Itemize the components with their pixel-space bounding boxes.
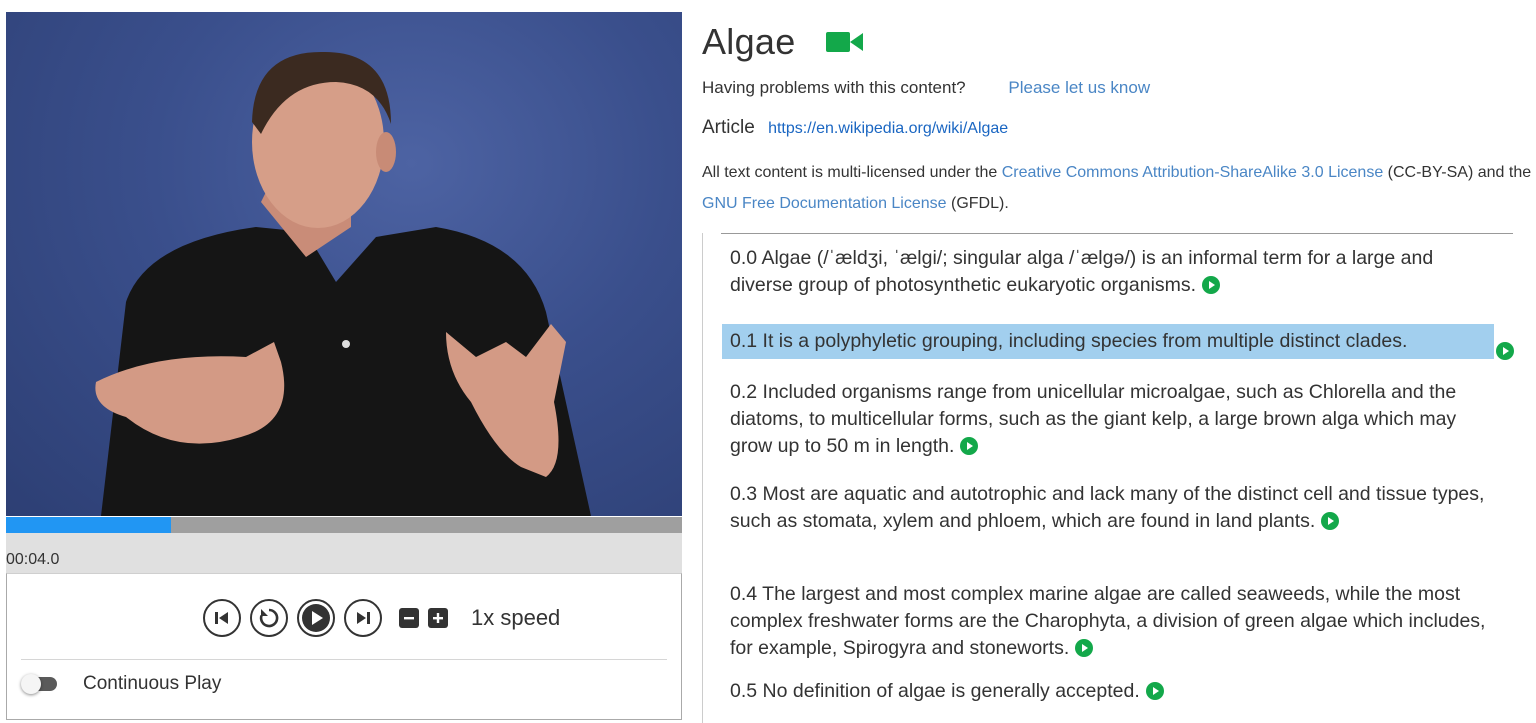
play-sentence-icon[interactable] [1202,276,1221,294]
license-text-1: All text content is multi-licensed under… [702,164,1002,181]
sentence-text: 0.3 Most are aquatic and autotrophic and… [730,483,1485,532]
speed-label: 1x speed [471,605,561,630]
play-sentence-icon[interactable] [1496,342,1514,360]
play-sentence-icon[interactable] [1321,512,1340,530]
sentence-text: 0.0 Algae (/ˈældʒi, ˈælɡi/; singular alg… [730,247,1434,296]
play-sentence-icon[interactable] [1075,639,1094,657]
video-frame[interactable] [6,12,682,516]
page-title: Algae [702,21,796,62]
sentence-text: 0.1 It is a polyphyletic grouping, inclu… [730,330,1408,352]
signer-video-image [95,51,591,516]
gnu-license-link[interactable]: GNU Free Documentation License [702,195,947,212]
sentence-text: 0.5 No definition of algae is generally … [730,680,1140,702]
sentence-list: 0.0 Algae (/ˈældʒi, ˈælɡi/; singular alg… [702,233,1514,723]
seek-bar-progress [6,517,171,533]
previous-sentence-button[interactable] [203,599,241,637]
license-text-2: (CC-BY-SA) and the [1383,164,1532,181]
sentence-item[interactable]: 0.3 Most are aquatic and autotrophic and… [722,481,1498,535]
article-url-link[interactable]: https://en.wikipedia.org/wiki/Algae [768,120,1008,137]
player-controls: 1x speed Continuous Play [6,573,682,720]
time-strip: 00:04.0 [6,533,682,573]
sentence-item[interactable]: 0.5 No definition of algae is generally … [722,678,1498,705]
skip-back-icon [215,612,228,624]
replay-button[interactable] [250,599,288,637]
faster-button[interactable] [428,608,448,628]
problems-line: Having problems with this content? Pleas… [702,78,1150,98]
play-sentence-icon[interactable] [1145,682,1164,700]
sentence-item[interactable]: 0.2 Included organisms range from unicel… [722,379,1498,460]
skip-forward-icon [357,612,370,624]
plus-icon [433,613,443,623]
slower-button[interactable] [399,608,419,628]
sentence-list-rule [721,233,1513,234]
toggle-knob [21,674,41,694]
sentence-item-active[interactable]: 0.1 It is a polyphyletic grouping, inclu… [722,324,1494,359]
article-source: Article https://en.wikipedia.org/wiki/Al… [702,117,1008,139]
license-text-3: (GFDL). [946,195,1009,212]
minus-icon [404,617,414,620]
sentence-text: 0.2 Included organisms range from unicel… [730,381,1457,457]
sentence-item[interactable]: 0.0 Algae (/ˈældʒi, ˈælɡi/; singular alg… [722,245,1498,299]
article-label: Article [702,117,755,138]
play-icon [302,604,330,632]
current-time: 00:04.0 [6,551,60,568]
cc-license-link[interactable]: Creative Commons Attribution-ShareAlike … [1002,164,1384,181]
sentence-text: 0.4 The largest and most complex marine … [730,583,1486,659]
continuous-play-toggle[interactable] [21,674,57,694]
video-camera-icon [825,32,863,52]
sentence-item[interactable]: 0.4 The largest and most complex marine … [722,581,1498,662]
continuous-play-label: Continuous Play [83,673,222,694]
report-problem-link[interactable]: Please let us know [1008,78,1150,97]
next-sentence-button[interactable] [344,599,382,637]
license-notice: All text content is multi-licensed under… [702,157,1532,219]
problems-text: Having problems with this content? [702,78,966,97]
play-button[interactable] [297,599,335,637]
video-player: 00:04.0 1x speed Continuous Play [6,12,682,720]
article-panel: Algae Having problems with this content?… [702,0,1532,723]
controls-divider [21,659,667,660]
replay-icon [259,608,279,628]
seek-bar[interactable] [6,517,682,533]
play-sentence-icon[interactable] [960,437,979,455]
